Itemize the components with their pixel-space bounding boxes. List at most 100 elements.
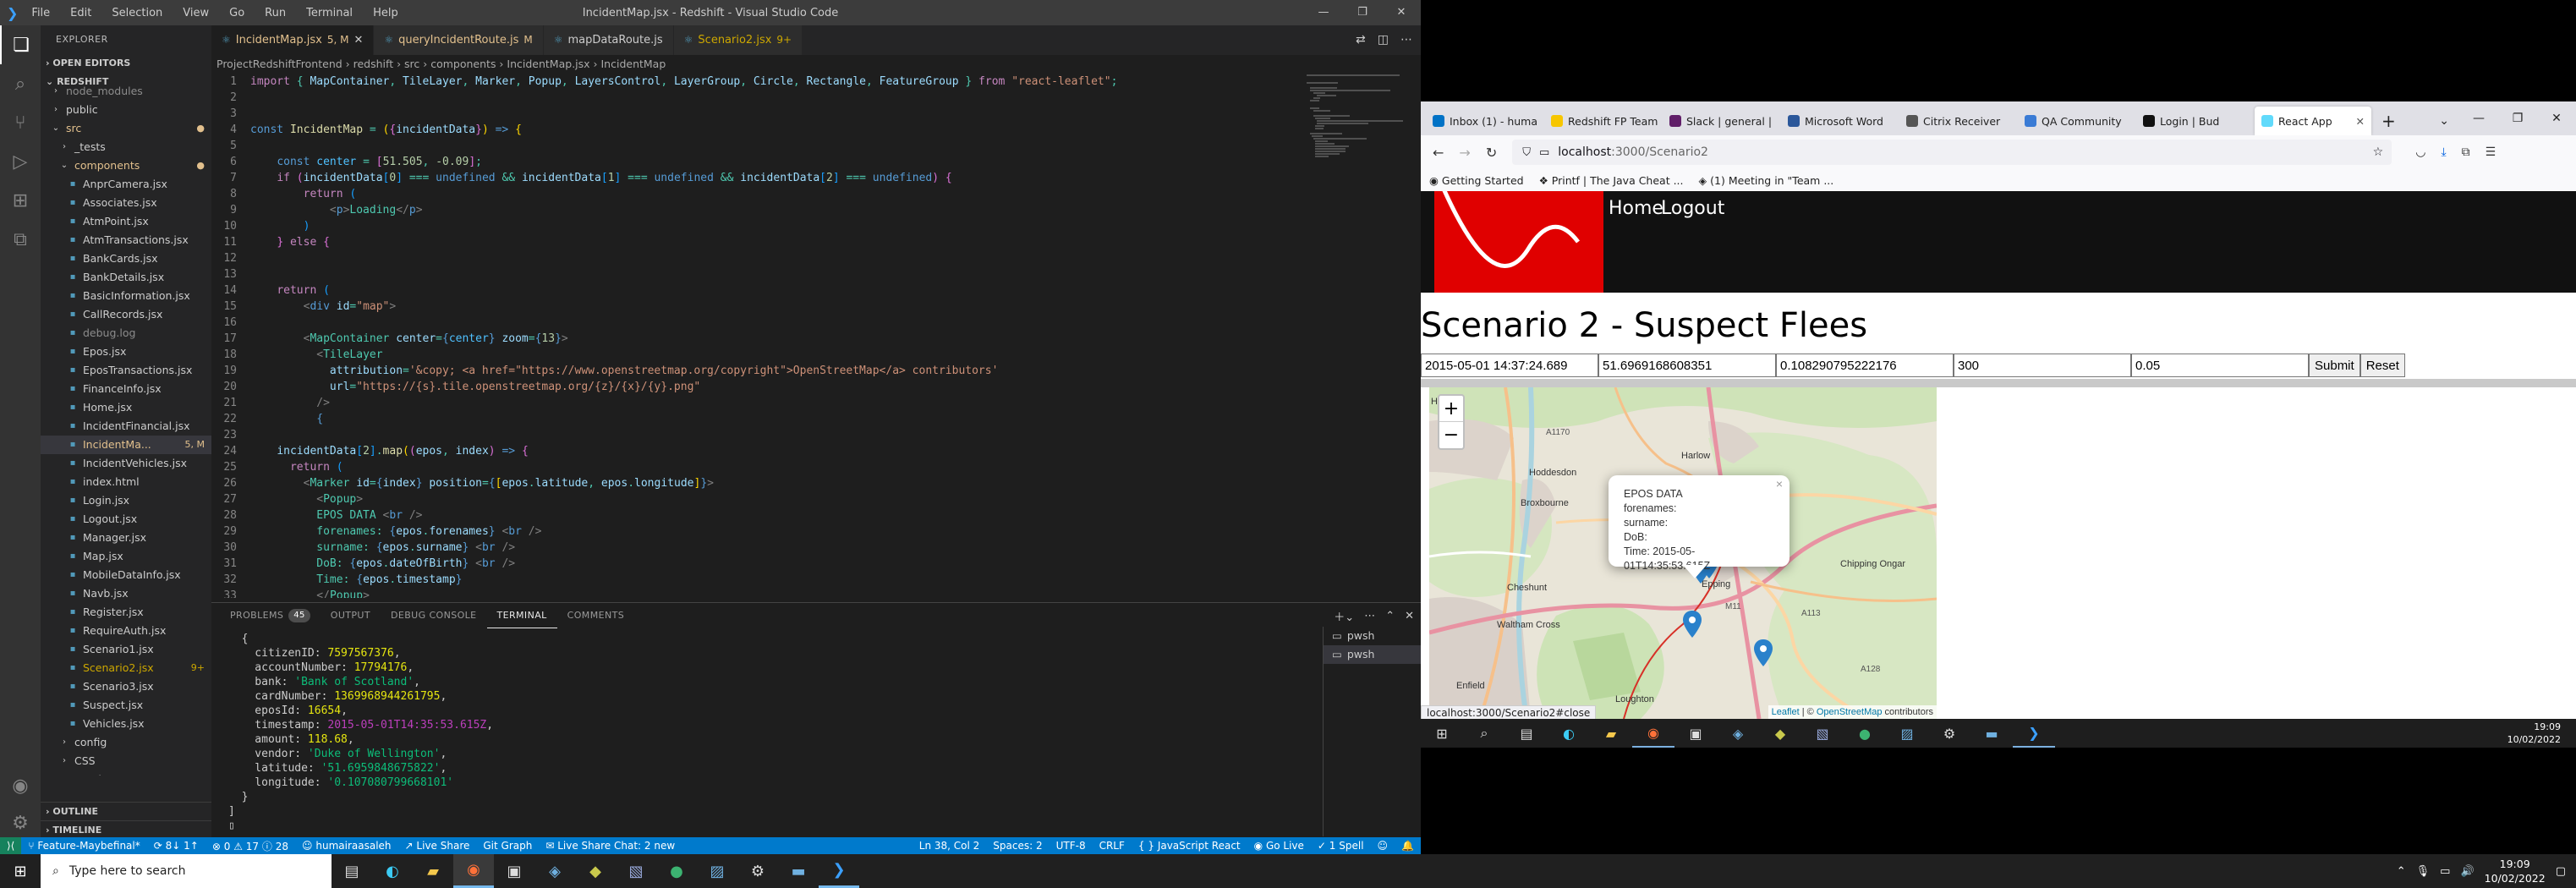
tree-file[interactable]: ▪ AtmTransactions.jsx [41,231,211,249]
remote-explorer-icon[interactable]: ⧉ [0,220,41,259]
branch-status[interactable]: ⑂ Feature-Maybefinal* [21,840,146,852]
edge-icon[interactable]: ◐ [1548,719,1590,748]
encoding[interactable]: UTF-8 [1050,840,1093,852]
tree-file[interactable]: ▪ AtmPoint.jsx [41,212,211,231]
zoom-out-button[interactable]: − [1439,422,1463,448]
bookmark-star-icon[interactable]: ☆ [2373,145,2384,159]
browser-tab[interactable]: Redshift FP Team [1544,107,1661,135]
panel-tab-problems[interactable]: PROBLEMS 45 [220,603,321,628]
tree-file[interactable]: ▪ AnprCamera.jsx [41,175,211,194]
feedback-icon[interactable]: ☺ [1371,840,1395,852]
edge-icon[interactable]: ◐ [372,854,413,888]
vscode-icon[interactable]: ❯ [2013,719,2055,748]
tree-file[interactable]: ▪ IncidentVehicles.jsx [41,454,211,473]
app-icon[interactable]: ◈ [534,854,575,888]
app-icon[interactable]: ▧ [1801,719,1844,748]
new-tab-button[interactable]: + [2373,107,2404,135]
close-button[interactable]: ✕ [1382,0,1421,25]
tree-file[interactable]: ▪ Suspect.jsx [41,696,211,715]
windows-start-icon[interactable]: ⊞ [0,854,41,888]
app-icon[interactable]: ◆ [1759,719,1801,748]
tree-file[interactable]: ▪ Epos.jsx [41,343,211,361]
file-explorer-icon[interactable]: ▰ [1590,719,1632,748]
editor-tab[interactable]: ⚛ mapDataRoute.js [543,25,674,55]
bookmark-item[interactable]: ❖ Printf | The Java Cheat ... [1539,174,1684,187]
menu-view[interactable]: View [174,7,217,19]
windows-start-icon[interactable]: ⊞ [1421,719,1463,748]
microphone-icon[interactable]: 🎙 [2416,865,2431,878]
firefox-icon[interactable]: ◉ [453,854,494,888]
tree-file[interactable]: ▪ Associates.jsx [41,194,211,212]
menu-terminal[interactable]: Terminal [298,7,361,19]
tree-file[interactable]: ▪ BankDetails.jsx [41,268,211,287]
network-icon[interactable]: ▭ [2440,865,2450,878]
tree-file[interactable]: ▪ IncidentFinancial.jsx [41,417,211,436]
menu-go[interactable]: Go [221,7,253,19]
minimize-button[interactable]: — [1304,0,1343,25]
panel-tab-comments[interactable]: COMMENTS [557,603,634,628]
account-icon[interactable]: ◉ [0,766,41,805]
tree-file[interactable]: ▪ debug.log [41,324,211,343]
settings-gear-icon[interactable]: ⚙ [1928,719,1970,748]
task-view-icon[interactable]: ▤ [332,854,372,888]
notifications-icon[interactable]: ▢ [2556,865,2566,878]
more-actions-icon[interactable]: ⋯ [1364,610,1375,622]
remote-indicator[interactable]: ⟩⟨ [0,837,22,854]
app-icon[interactable]: ◈ [1717,719,1759,748]
radius-input[interactable] [1954,354,2131,377]
tree-file[interactable]: ▪ Navb.jsx [41,584,211,603]
openstreetmap-link[interactable]: OpenStreetMap [1817,707,1883,717]
maximize-button[interactable]: ❐ [2498,101,2537,135]
problems-status[interactable]: ⊗ 0 ⚠ 17 ⓘ 28 [206,839,295,853]
firefox-icon[interactable]: ◉ [1632,719,1674,748]
menu-file[interactable]: File [23,7,58,19]
tree-file[interactable]: ▪ Register.jsx [41,603,211,622]
live-share-status[interactable]: ↗ Live Share [398,840,477,852]
nav-home-link[interactable]: Home [1609,198,1663,219]
tree-file[interactable]: ▪ Vehicles.jsx [41,715,211,733]
panel-tab-output[interactable]: OUTPUT [321,603,381,628]
extensions-icon[interactable]: ⊞ [0,181,41,220]
live-share-chat-status[interactable]: ✉ Live Share Chat: 2 new [539,840,682,852]
map-marker-icon[interactable] [1683,611,1702,638]
editor-tab[interactable]: ⚛ IncidentMap.jsx 5, M ✕ [211,25,375,55]
explorer-icon[interactable]: ❏ [0,25,41,64]
tree-file[interactable]: ▪ Home.jsx [41,398,211,417]
app-icon[interactable]: ● [1844,719,1886,748]
run-debug-icon[interactable]: ▷ [0,142,41,181]
leaflet-link[interactable]: Leaflet [1772,707,1800,717]
app-icon[interactable]: ▨ [1886,719,1928,748]
popup-close-button[interactable]: × [1776,477,1783,491]
maximize-button[interactable]: ❐ [1343,0,1382,25]
tree-file[interactable]: ▪ BasicInformation.jsx [41,287,211,305]
browser-tab[interactable]: React App ✕ [2255,107,2371,135]
tree-file[interactable]: ▪ RequireAuth.jsx [41,622,211,640]
tree-file[interactable]: ▪ Manager.jsx [41,529,211,547]
close-tab-icon[interactable]: ✕ [2356,115,2365,128]
terminal-output[interactable]: { citizenID: 7597567376, accountNumber: … [228,632,1328,835]
tree-file[interactable]: ▪ BankCards.jsx [41,249,211,268]
browser-tab[interactable]: Microsoft Word [1781,107,1898,135]
source-control-icon[interactable]: ⑂ [0,103,41,142]
app-icon[interactable]: ▨ [697,854,737,888]
app-icon[interactable]: ▬ [778,854,819,888]
minimap[interactable] [1307,74,1408,234]
panel-tab-terminal[interactable]: TERMINAL [486,603,557,628]
browser-tab[interactable]: Slack | general | [1663,107,1779,135]
tree-file[interactable]: ▪ MobileDataInfo.jsx [41,566,211,584]
pocket-icon[interactable]: ◡ [2415,145,2425,159]
task-view-icon[interactable]: ▤ [1505,719,1548,748]
notifications-bell-icon[interactable]: 🔔 [1395,840,1421,852]
tree-file[interactable]: ▪ Logout.jsx [41,510,211,529]
editor-tab[interactable]: ⚛ Scenario2.jsx 9+ [673,25,803,55]
indentation[interactable]: Spaces: 2 [986,840,1049,852]
tree-folder[interactable]: › public [41,101,211,119]
settings-gear-icon[interactable]: ⚙ [737,854,778,888]
menu-selection[interactable]: Selection [103,7,171,19]
browser-tab[interactable]: QA Community [2018,107,2135,135]
reload-icon[interactable]: ↻ [1486,145,1497,161]
minimize-button[interactable]: — [2459,101,2498,135]
app-icon[interactable]: ▬ [1970,719,2013,748]
tree-file[interactable]: ▪ CallRecords.jsx [41,305,211,324]
tree-file[interactable]: ▪ EposTransactions.jsx [41,361,211,380]
